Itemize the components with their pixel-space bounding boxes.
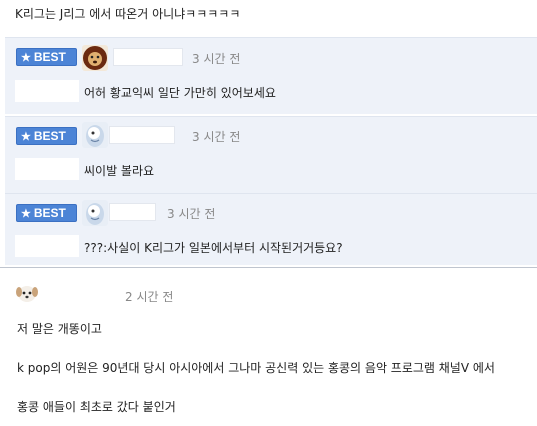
star-icon: ★ [21,131,31,143]
previous-comment-text: K리그는 J리그 에서 따온거 아니냐ㅋㅋㅋㅋㅋ [15,7,241,21]
comment: 2 시간 전 저 말은 개똥이고 k pop의 어원은 90년대 당시 아시아에… [0,268,537,426]
username-redacted[interactable] [109,203,156,221]
cartoon-avatar[interactable] [82,122,108,148]
comment-line: 저 말은 개똥이고 [17,322,102,336]
best-label: BEST [33,206,66,220]
comment-text: 어허 황교익씨 일단 가만히 있어보세요 [84,86,276,100]
comment-text: ???:사실이 K리그가 일본에서부터 시작된거거등요? [84,241,343,255]
best-comment: ★ BEST 3 시간 전 씨이발 볼라요 [5,116,537,193]
redacted-block [15,80,79,102]
redacted-block [15,235,79,257]
dog-avatar[interactable] [14,280,40,306]
comment-time: 3 시간 전 [192,52,241,66]
lion-avatar[interactable] [82,45,108,71]
best-label: BEST [33,129,66,143]
redacted-block [15,158,79,180]
comment-time: 2 시간 전 [125,290,174,304]
comment-line: 홍콩 애들이 최초로 갔다 붙인거 [17,400,176,414]
comment-text: 씨이발 볼라요 [84,164,155,178]
star-icon: ★ [21,52,31,64]
best-comment: ★ BEST 3 시간 전 ???:사실이 K리그가 일본에서부터 시작된거거등요… [5,193,537,265]
star-icon: ★ [21,208,31,220]
best-badge: ★ BEST [16,127,77,145]
comment-time: 3 시간 전 [167,207,216,221]
best-badge: ★ BEST [16,48,77,66]
username-redacted[interactable] [109,126,175,144]
cartoon-avatar[interactable] [82,200,108,226]
username-redacted[interactable] [42,282,114,300]
best-badge: ★ BEST [16,204,77,222]
username-redacted[interactable] [113,48,183,66]
best-label: BEST [33,50,66,64]
comment-time: 3 시간 전 [192,130,241,144]
comment-line: k pop의 어원은 90년대 당시 아시아에서 그나마 공신력 있는 홍콩의 … [17,361,495,375]
best-comment: ★ BEST 3 시간 전 어허 황교익씨 일단 가만히 있어보세요 [5,37,537,114]
